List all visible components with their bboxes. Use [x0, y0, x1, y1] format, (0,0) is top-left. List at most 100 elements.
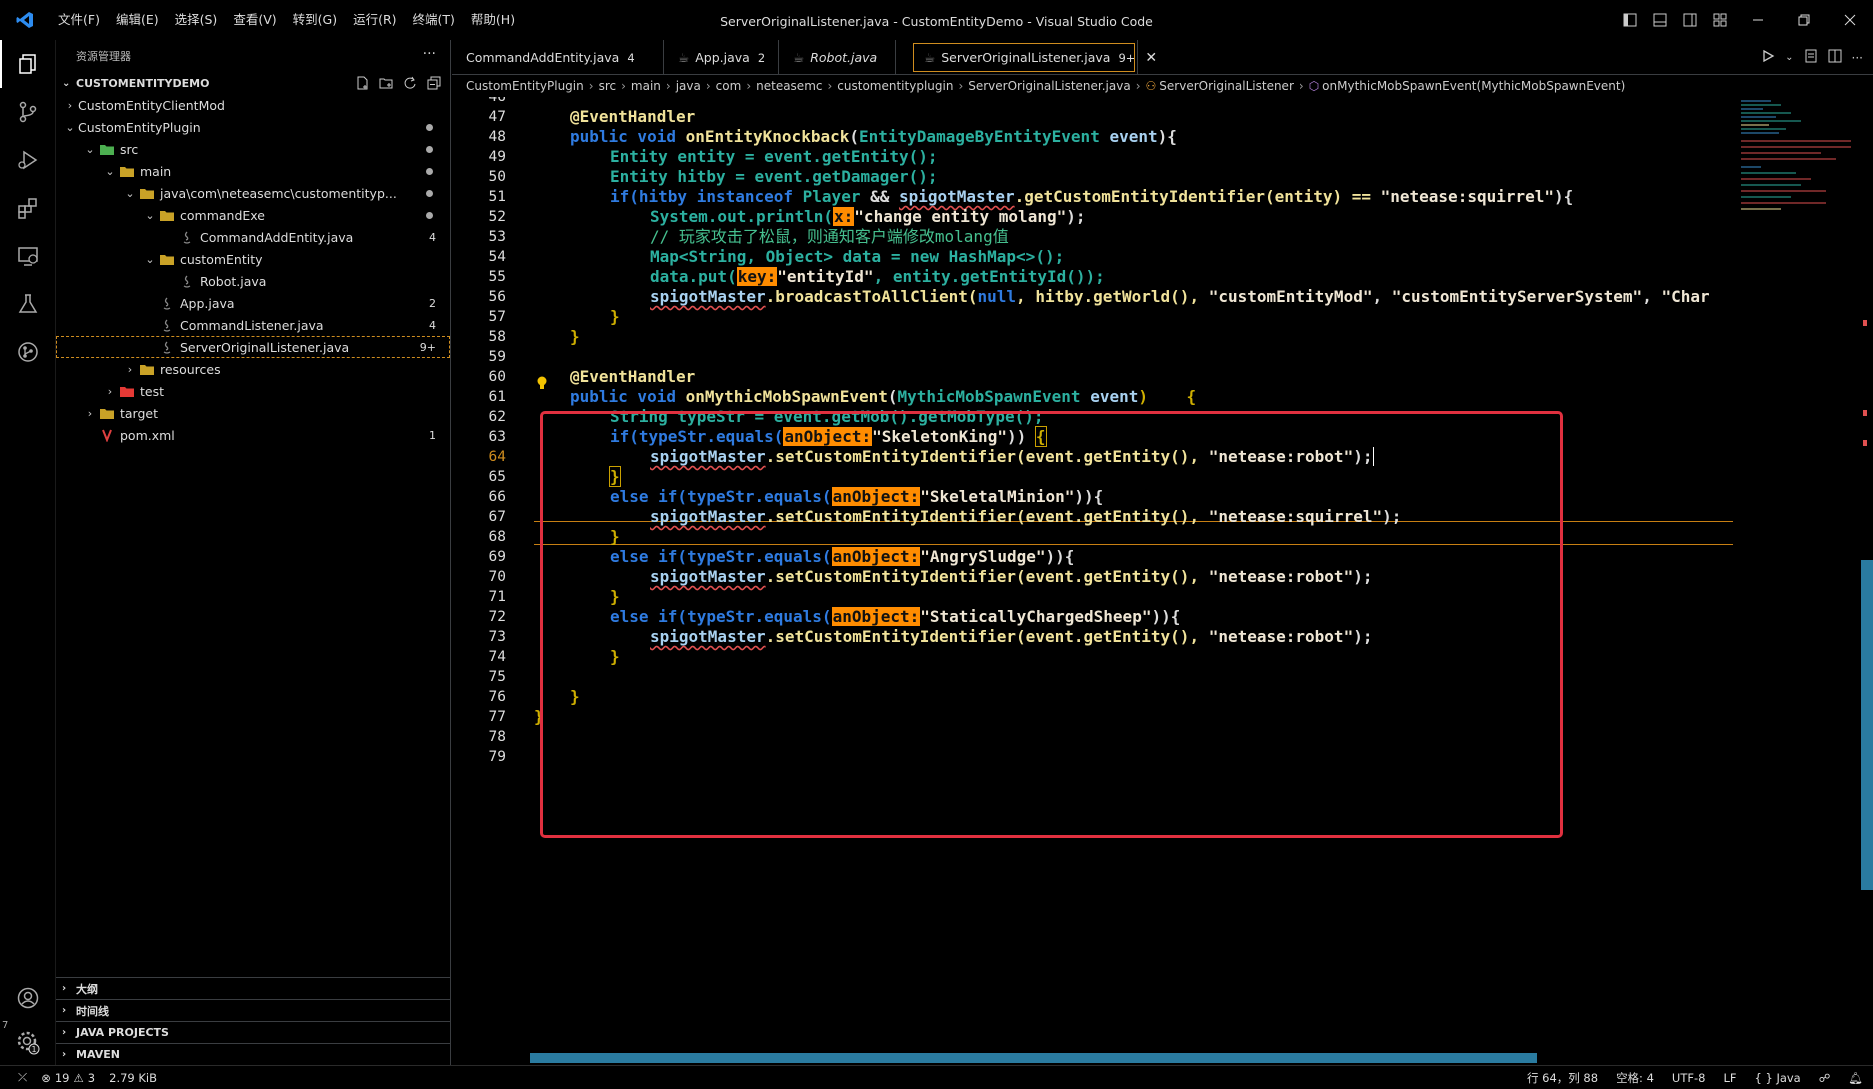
tab-close-icon[interactable]: ✕	[1145, 50, 1157, 66]
menu-selection[interactable]: 选择(S)	[167, 0, 226, 40]
java-file-icon	[158, 317, 176, 333]
menu-edit[interactable]: 编辑(E)	[108, 0, 167, 40]
breadcrumb-item[interactable]: CustomEntityPlugin	[466, 79, 584, 93]
customize-layout-icon[interactable]	[1705, 0, 1735, 40]
chevron-right-icon: ›	[62, 1005, 67, 1016]
menu-go[interactable]: 转到(G)	[285, 0, 345, 40]
section-outline[interactable]: › 大纲	[56, 977, 451, 999]
manage-gear-icon[interactable]: 1	[0, 1018, 56, 1066]
section-java-projects[interactable]: › JAVA PROJECTS	[56, 1021, 451, 1043]
collapse-all-icon[interactable]	[424, 74, 444, 92]
menu-run[interactable]: 运行(R)	[345, 0, 404, 40]
breadcrumb-item[interactable]: neteasemc	[756, 79, 822, 93]
toggle-panel-icon[interactable]	[1645, 0, 1675, 40]
tree-item[interactable]: pom.xml 1	[56, 424, 450, 446]
breadcrumb-item[interactable]: java	[676, 79, 701, 93]
split-editor-icon[interactable]	[1828, 49, 1842, 66]
more-actions-icon[interactable]: ···	[423, 46, 436, 62]
open-changes-icon[interactable]	[1804, 49, 1818, 66]
toggle-secondary-sidebar-icon[interactable]	[1675, 0, 1705, 40]
activity-bar: 1 7	[0, 40, 56, 1065]
new-file-icon[interactable]	[352, 74, 372, 92]
tree-item[interactable]: › resources	[56, 358, 450, 380]
vertical-scrollbar[interactable]	[1859, 97, 1873, 1065]
project-header[interactable]: ⌄ CUSTOMENTITYDEMO	[56, 72, 450, 94]
minimize-icon[interactable]	[1735, 0, 1781, 40]
accounts-icon[interactable]	[0, 974, 56, 1022]
section-timeline[interactable]: › 时间线	[56, 999, 451, 1021]
explorer-icon[interactable]	[0, 40, 56, 88]
tree-item[interactable]: ⌄ main	[56, 160, 450, 182]
tab-robot[interactable]: ☕ Robot.java	[779, 40, 896, 75]
tab-app[interactable]: ☕ App.java 2	[664, 40, 779, 75]
tree-item[interactable]: ⌄ CustomEntityPlugin	[56, 116, 450, 138]
toggle-primary-sidebar-icon[interactable]	[1615, 0, 1645, 40]
notifications-bell-icon[interactable]: 🔔︎	[1848, 1071, 1863, 1085]
tree-item[interactable]: ⌄ commandExe	[56, 204, 450, 226]
tree-item[interactable]: › test	[56, 380, 450, 402]
breadcrumb-item[interactable]: com	[716, 79, 742, 93]
tab-label: Robot.java	[810, 50, 878, 65]
run-debug-icon[interactable]	[0, 136, 56, 184]
code-text: .getCustomEntityIdentifier(entity) ==	[1014, 187, 1381, 206]
vscode-logo-icon[interactable]	[0, 0, 50, 40]
section-maven[interactable]: › MAVEN	[56, 1043, 451, 1065]
end-of-line[interactable]: LF	[1723, 1071, 1736, 1085]
run-icon[interactable]	[1761, 49, 1775, 66]
error-icon: ⊗	[41, 1070, 51, 1085]
lightbulb-icon[interactable]	[536, 376, 548, 390]
minimap[interactable]	[1741, 97, 1851, 257]
source-control-icon[interactable]	[0, 88, 56, 136]
tree-item[interactable]: ⌄ java\com\neteasemc\customentityp...	[56, 182, 450, 204]
new-folder-icon[interactable]	[376, 74, 396, 92]
tree-item[interactable]: › target	[56, 402, 450, 424]
testing-icon[interactable]	[0, 280, 56, 328]
breadcrumb-item[interactable]: onMythicMobSpawnEvent(MythicMobSpawnEven…	[1322, 79, 1625, 93]
more-actions-icon[interactable]: ···	[1852, 51, 1863, 65]
chevron-down-icon[interactable]: ⌄	[1785, 52, 1793, 63]
indentation[interactable]: 空格: 4	[1616, 1070, 1654, 1086]
restore-icon[interactable]	[1781, 0, 1827, 40]
menu-terminal[interactable]: 终端(T)	[405, 0, 463, 40]
horizontal-scrollbar[interactable]	[530, 1053, 1537, 1063]
editor-tabs: CommandAddEntity.java 4 ☕ App.java 2 ☕ Robot…	[452, 40, 1873, 75]
tree-item[interactable]: App.java 2	[56, 292, 450, 314]
gitlens-icon[interactable]	[0, 328, 56, 376]
folder-icon	[118, 163, 136, 179]
chevron-right-icon: ›	[67, 98, 73, 112]
extensions-icon[interactable]	[0, 184, 56, 232]
encoding[interactable]: UTF-8	[1672, 1071, 1706, 1085]
tree-item[interactable]: Robot.java	[56, 270, 450, 292]
tab-command-add-entity[interactable]: CommandAddEntity.java 4	[452, 40, 664, 75]
breadcrumb-item[interactable]: ServerOriginalListener.java	[968, 79, 1130, 93]
scrollbar-thumb[interactable]	[1861, 560, 1873, 890]
tree-item[interactable]: › CustomEntityClientMod	[56, 94, 450, 116]
tree-item-label: ServerOriginalListener.java	[180, 339, 350, 355]
language-mode[interactable]: { } Java	[1754, 1071, 1800, 1085]
tree-item[interactable]: CommandAddEntity.java 4	[56, 226, 450, 248]
tree-item[interactable]: ServerOriginalListener.java 9+	[56, 336, 450, 358]
refresh-icon[interactable]	[400, 74, 420, 92]
menu-view[interactable]: 查看(V)	[225, 0, 284, 40]
breadcrumb-item[interactable]: ServerOriginalListener	[1159, 79, 1294, 93]
remote-icon[interactable]: ⤫	[18, 1070, 27, 1085]
tab-server-original-listener[interactable]: ☕ ServerOriginalListener.java 9+ ✕	[910, 40, 1157, 75]
tree-item-label: Robot.java	[200, 273, 267, 289]
problem-count: 2	[757, 50, 766, 65]
breadcrumb-item[interactable]: src	[599, 79, 617, 93]
tree-item[interactable]: ⌄ customEntity	[56, 248, 450, 270]
breadcrumb-item[interactable]: customentityplugin	[837, 79, 953, 93]
problems-indicator[interactable]: ⊗ 19 ⚠ 3	[41, 1071, 95, 1085]
cursor-position[interactable]: 行 64，列 88	[1527, 1070, 1598, 1086]
remote-explorer-icon[interactable]	[0, 232, 56, 280]
feedback-icon[interactable]: ☍	[1819, 1071, 1831, 1085]
menu-help[interactable]: 帮助(H)	[463, 0, 523, 40]
tree-item[interactable]: ⌄ src	[56, 138, 450, 160]
tree-item[interactable]: CommandListener.java 4	[56, 314, 450, 336]
tree-item-label: commandExe	[180, 207, 265, 223]
problem-badge: 1	[429, 428, 436, 442]
annotation: @EventHandler	[570, 367, 696, 386]
breadcrumb-item[interactable]: main	[631, 79, 661, 93]
close-icon[interactable]	[1827, 0, 1873, 40]
menu-file[interactable]: 文件(F)	[50, 0, 108, 40]
